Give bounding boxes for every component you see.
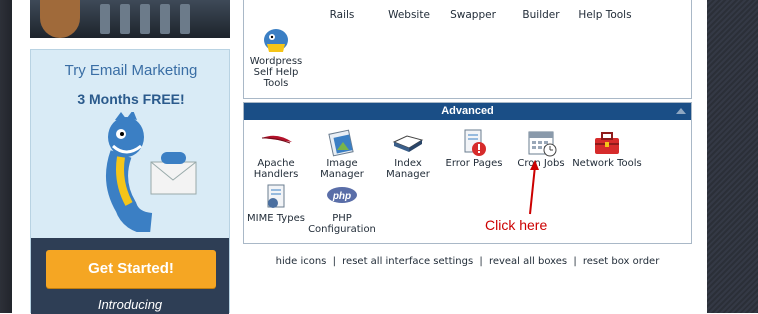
top-item-label[interactable]: Builder — [506, 9, 576, 21]
wordpress-self-help-item[interactable]: Wordpress Self Help Tools — [241, 26, 311, 89]
feather-icon — [259, 128, 293, 158]
image-manager-icon — [325, 128, 359, 158]
advanced-box: Advanced Apache Handlers Image Manager I… — [243, 102, 692, 244]
php-configuration-label: PHP Configuration — [308, 213, 376, 235]
software-services-box: Rails Website Swapper Builder Help Tools… — [243, 0, 692, 99]
php-icon: php — [325, 183, 359, 213]
introducing-text: Introducing — [97, 297, 163, 312]
email-marketing-promo: Try Email Marketing 3 Months FREE! Get S… — [30, 49, 230, 314]
click-here-annotation: Click here — [485, 217, 548, 233]
left-rail — [0, 0, 12, 313]
right-rail — [707, 0, 758, 313]
mime-types-item[interactable]: MIME Types — [241, 183, 311, 224]
sidebar-banner-image — [30, 0, 230, 38]
svg-text:php: php — [332, 191, 351, 202]
mascot-icon — [106, 112, 197, 232]
top-item-label[interactable]: Rails — [307, 9, 377, 21]
index-manager-item[interactable]: Index Manager — [373, 128, 443, 180]
calendar-icon — [524, 128, 558, 158]
toolbox-icon — [590, 128, 624, 158]
annotation-arrow-icon — [529, 160, 539, 215]
hide-icons-link[interactable]: hide icons — [276, 256, 327, 267]
advanced-box-header[interactable]: Advanced — [244, 103, 691, 120]
wordpress-self-help-label: Wordpress Self Help Tools — [249, 56, 303, 89]
top-item-label[interactable]: Website — [374, 9, 444, 21]
error-page-icon — [457, 128, 491, 158]
mascot-image-crop — [40, 0, 80, 38]
mime-types-label: MIME Types — [247, 213, 305, 224]
collapse-triangle-icon[interactable] — [676, 108, 686, 114]
book-icon — [391, 128, 425, 158]
apache-handlers-label: Apache Handlers — [253, 158, 299, 180]
error-pages-item[interactable]: Error Pages — [439, 128, 509, 169]
reset-box-order-link[interactable]: reset box order — [583, 256, 659, 267]
promo-subtitle: 3 Months FREE! — [77, 91, 185, 107]
image-manager-item[interactable]: Image Manager — [307, 128, 377, 180]
error-pages-label: Error Pages — [445, 158, 503, 169]
network-tools-item[interactable]: Network Tools — [572, 128, 642, 169]
index-manager-label: Index Manager — [386, 158, 430, 180]
wordpress-mascot-icon — [259, 26, 293, 56]
reveal-all-boxes-link[interactable]: reveal all boxes — [489, 256, 567, 267]
top-item-label[interactable]: Swapper — [438, 9, 508, 21]
network-tools-label: Network Tools — [572, 158, 642, 169]
get-started-button[interactable]: Get Started! — [46, 250, 216, 288]
top-item-label[interactable]: Help Tools — [570, 9, 640, 21]
reset-interface-settings-link[interactable]: reset all interface settings — [342, 256, 473, 267]
interface-links: hide icons | reset all interface setting… — [275, 256, 660, 267]
promo-title: Try Email Marketing — [64, 62, 198, 79]
content-right-gutter — [695, 0, 707, 313]
apache-handlers-item[interactable]: Apache Handlers — [241, 128, 311, 180]
php-configuration-item[interactable]: php PHP Configuration — [307, 183, 377, 235]
image-manager-label: Image Manager — [320, 158, 364, 180]
mime-document-icon — [259, 183, 293, 213]
advanced-box-title: Advanced — [441, 105, 494, 117]
